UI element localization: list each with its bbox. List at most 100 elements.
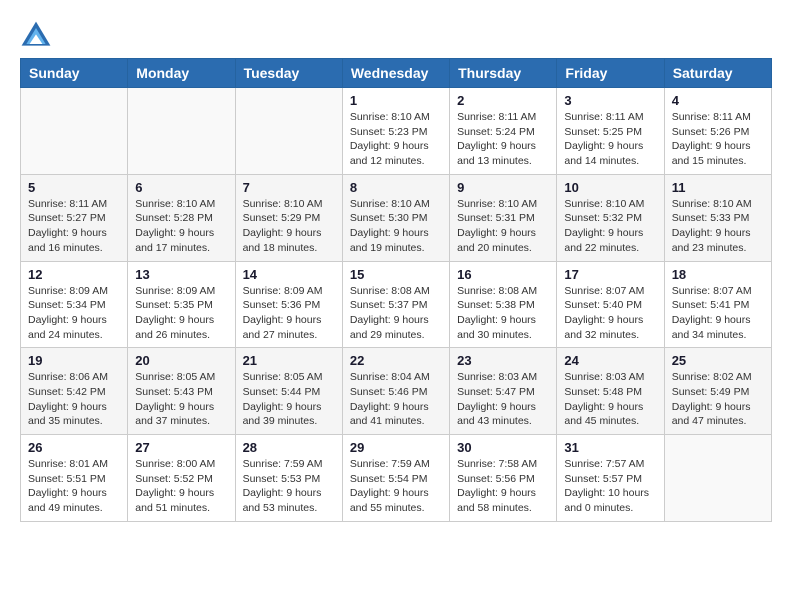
calendar-cell: 27 Sunrise: 8:00 AMSunset: 5:52 PMDayligh… <box>128 435 235 522</box>
day-number: 25 <box>672 353 764 368</box>
day-number: 21 <box>243 353 335 368</box>
week-row-4: 19 Sunrise: 8:06 AMSunset: 5:42 PMDayligh… <box>21 348 772 435</box>
day-info: Sunrise: 8:01 AMSunset: 5:51 PMDaylight:… <box>28 457 120 516</box>
calendar-cell: 26 Sunrise: 8:01 AMSunset: 5:51 PMDayligh… <box>21 435 128 522</box>
calendar-cell: 12 Sunrise: 8:09 AMSunset: 5:34 PMDayligh… <box>21 261 128 348</box>
day-number: 10 <box>564 180 656 195</box>
day-number: 24 <box>564 353 656 368</box>
day-info: Sunrise: 8:00 AMSunset: 5:52 PMDaylight:… <box>135 457 227 516</box>
day-info: Sunrise: 8:11 AMSunset: 5:26 PMDaylight:… <box>672 110 764 169</box>
day-info: Sunrise: 8:03 AMSunset: 5:47 PMDaylight:… <box>457 370 549 429</box>
calendar-cell: 18 Sunrise: 8:07 AMSunset: 5:41 PMDayligh… <box>664 261 771 348</box>
column-header-thursday: Thursday <box>450 59 557 88</box>
day-info: Sunrise: 8:10 AMSunset: 5:33 PMDaylight:… <box>672 197 764 256</box>
calendar-cell: 9 Sunrise: 8:10 AMSunset: 5:31 PMDaylight… <box>450 174 557 261</box>
day-number: 26 <box>28 440 120 455</box>
day-info: Sunrise: 8:10 AMSunset: 5:30 PMDaylight:… <box>350 197 442 256</box>
header <box>20 20 772 48</box>
day-info: Sunrise: 8:09 AMSunset: 5:34 PMDaylight:… <box>28 284 120 343</box>
day-number: 20 <box>135 353 227 368</box>
calendar-cell: 16 Sunrise: 8:08 AMSunset: 5:38 PMDayligh… <box>450 261 557 348</box>
day-number: 22 <box>350 353 442 368</box>
calendar-cell: 31 Sunrise: 7:57 AMSunset: 5:57 PMDayligh… <box>557 435 664 522</box>
day-info: Sunrise: 7:57 AMSunset: 5:57 PMDaylight:… <box>564 457 656 516</box>
calendar-cell: 28Sunrise: 7:59 AMSunset: 5:53 PMDayligh… <box>235 435 342 522</box>
logo-icon <box>20 20 52 48</box>
calendar-header-row: SundayMondayTuesdayWednesdayThursdayFrid… <box>21 59 772 88</box>
calendar-cell: 30 Sunrise: 7:58 AMSunset: 5:56 PMDayligh… <box>450 435 557 522</box>
calendar-cell: 3 Sunrise: 8:11 AMSunset: 5:25 PMDaylight… <box>557 88 664 175</box>
calendar-table: SundayMondayTuesdayWednesdayThursdayFrid… <box>20 58 772 522</box>
day-number: 16 <box>457 267 549 282</box>
week-row-3: 12 Sunrise: 8:09 AMSunset: 5:34 PMDayligh… <box>21 261 772 348</box>
day-info: Sunrise: 8:11 AMSunset: 5:27 PMDaylight:… <box>28 197 120 256</box>
day-number: 18 <box>672 267 764 282</box>
day-number: 14 <box>243 267 335 282</box>
day-number: 6 <box>135 180 227 195</box>
day-number: 29 <box>350 440 442 455</box>
day-info: Sunrise: 8:03 AMSunset: 5:48 PMDaylight:… <box>564 370 656 429</box>
day-info: Sunrise: 8:05 AMSunset: 5:44 PMDaylight:… <box>243 370 335 429</box>
calendar-cell: 17 Sunrise: 8:07 AMSunset: 5:40 PMDayligh… <box>557 261 664 348</box>
calendar-cell: 22Sunrise: 8:04 AMSunset: 5:46 PMDayligh… <box>342 348 449 435</box>
day-number: 31 <box>564 440 656 455</box>
calendar-cell: 1Sunrise: 8:10 AMSunset: 5:23 PMDaylight… <box>342 88 449 175</box>
day-info: Sunrise: 8:08 AMSunset: 5:37 PMDaylight:… <box>350 284 442 343</box>
calendar-cell: 6 Sunrise: 8:10 AMSunset: 5:28 PMDaylight… <box>128 174 235 261</box>
day-number: 3 <box>564 93 656 108</box>
column-header-sunday: Sunday <box>21 59 128 88</box>
day-info: Sunrise: 8:11 AMSunset: 5:25 PMDaylight:… <box>564 110 656 169</box>
day-number: 9 <box>457 180 549 195</box>
day-info: Sunrise: 8:09 AMSunset: 5:36 PMDaylight:… <box>243 284 335 343</box>
calendar-cell <box>21 88 128 175</box>
day-number: 15 <box>350 267 442 282</box>
calendar-cell: 20 Sunrise: 8:05 AMSunset: 5:43 PMDayligh… <box>128 348 235 435</box>
calendar-cell: 2 Sunrise: 8:11 AMSunset: 5:24 PMDaylight… <box>450 88 557 175</box>
day-number: 23 <box>457 353 549 368</box>
day-number: 17 <box>564 267 656 282</box>
day-number: 19 <box>28 353 120 368</box>
day-number: 7 <box>243 180 335 195</box>
week-row-5: 26 Sunrise: 8:01 AMSunset: 5:51 PMDayligh… <box>21 435 772 522</box>
day-info: Sunrise: 7:59 AMSunset: 5:54 PMDaylight:… <box>350 457 442 516</box>
week-row-2: 5 Sunrise: 8:11 AMSunset: 5:27 PMDaylight… <box>21 174 772 261</box>
day-info: Sunrise: 8:06 AMSunset: 5:42 PMDaylight:… <box>28 370 120 429</box>
day-info: Sunrise: 8:05 AMSunset: 5:43 PMDaylight:… <box>135 370 227 429</box>
logo <box>20 20 56 48</box>
day-info: Sunrise: 8:11 AMSunset: 5:24 PMDaylight:… <box>457 110 549 169</box>
calendar-cell: 25 Sunrise: 8:02 AMSunset: 5:49 PMDayligh… <box>664 348 771 435</box>
calendar-cell: 29 Sunrise: 7:59 AMSunset: 5:54 PMDayligh… <box>342 435 449 522</box>
calendar-cell: 8Sunrise: 8:10 AMSunset: 5:30 PMDaylight… <box>342 174 449 261</box>
day-number: 12 <box>28 267 120 282</box>
calendar-cell: 15 Sunrise: 8:08 AMSunset: 5:37 PMDayligh… <box>342 261 449 348</box>
day-number: 2 <box>457 93 549 108</box>
calendar-cell: 19 Sunrise: 8:06 AMSunset: 5:42 PMDayligh… <box>21 348 128 435</box>
calendar-cell: 5 Sunrise: 8:11 AMSunset: 5:27 PMDaylight… <box>21 174 128 261</box>
page: SundayMondayTuesdayWednesdayThursdayFrid… <box>0 0 792 532</box>
day-number: 30 <box>457 440 549 455</box>
calendar-cell <box>664 435 771 522</box>
day-info: Sunrise: 8:07 AMSunset: 5:40 PMDaylight:… <box>564 284 656 343</box>
day-info: Sunrise: 8:10 AMSunset: 5:28 PMDaylight:… <box>135 197 227 256</box>
day-info: Sunrise: 8:09 AMSunset: 5:35 PMDaylight:… <box>135 284 227 343</box>
calendar-cell: 7Sunrise: 8:10 AMSunset: 5:29 PMDaylight… <box>235 174 342 261</box>
calendar-cell: 24 Sunrise: 8:03 AMSunset: 5:48 PMDayligh… <box>557 348 664 435</box>
calendar-cell <box>235 88 342 175</box>
day-info: Sunrise: 7:59 AMSunset: 5:53 PMDaylight:… <box>243 457 335 516</box>
day-info: Sunrise: 8:08 AMSunset: 5:38 PMDaylight:… <box>457 284 549 343</box>
calendar-cell: 4Sunrise: 8:11 AMSunset: 5:26 PMDaylight… <box>664 88 771 175</box>
day-number: 27 <box>135 440 227 455</box>
calendar-cell: 14 Sunrise: 8:09 AMSunset: 5:36 PMDayligh… <box>235 261 342 348</box>
day-info: Sunrise: 8:07 AMSunset: 5:41 PMDaylight:… <box>672 284 764 343</box>
day-number: 5 <box>28 180 120 195</box>
day-info: Sunrise: 8:10 AMSunset: 5:31 PMDaylight:… <box>457 197 549 256</box>
day-info: Sunrise: 7:58 AMSunset: 5:56 PMDaylight:… <box>457 457 549 516</box>
column-header-saturday: Saturday <box>664 59 771 88</box>
day-number: 11 <box>672 180 764 195</box>
calendar-cell <box>128 88 235 175</box>
week-row-1: 1Sunrise: 8:10 AMSunset: 5:23 PMDaylight… <box>21 88 772 175</box>
day-info: Sunrise: 8:02 AMSunset: 5:49 PMDaylight:… <box>672 370 764 429</box>
column-header-tuesday: Tuesday <box>235 59 342 88</box>
column-header-wednesday: Wednesday <box>342 59 449 88</box>
day-info: Sunrise: 8:10 AMSunset: 5:23 PMDaylight:… <box>350 110 442 169</box>
